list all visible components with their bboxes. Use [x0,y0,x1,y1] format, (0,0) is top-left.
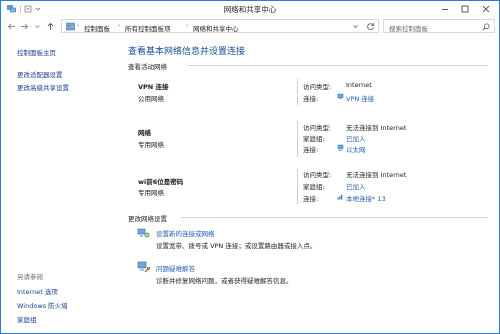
maximize-icon [461,5,469,13]
access-type-value: 无法连接到 Internet [346,171,407,179]
property-label: 连接: [303,195,319,203]
minimize-icon [442,9,448,10]
ethernet-icon [337,144,344,151]
sidebar-link-advanced-sharing[interactable]: 更改高级共享设置 [17,82,69,92]
control-panel-icon [66,22,75,31]
network-category[interactable]: 专用网络 [138,139,164,149]
back-arrow-icon[interactable] [7,22,16,31]
network-name: VPN 连接 [138,83,169,91]
see-also-windows-firewall[interactable]: Windows 防火墙 [17,300,68,310]
new-connection-icon [137,228,150,238]
connection-link[interactable]: 以太网 [346,144,366,154]
breadcrumb-separator-icon: › [77,23,80,29]
minimize-button[interactable] [436,1,454,16]
network-name: 网络 [138,129,151,137]
troubleshoot-link[interactable]: 问题疑难解答 [156,263,195,273]
section-divider [181,217,488,218]
search-icon[interactable] [482,23,490,31]
troubleshoot-description: 诊断并修复网络问题，或者获得疑难解答信息。 [156,277,293,285]
see-also-internet-options[interactable]: Internet 选项 [17,286,58,296]
search-placeholder: 搜索控制面板 [389,25,428,33]
address-bar[interactable]: › 控制面板 › 所有控制面板项 › 网络和共享中心 [61,19,379,33]
property-label: 访问类型: [303,83,332,91]
up-arrow-icon[interactable] [46,22,55,31]
change-settings-heading: 更改网络设置 [128,215,167,223]
property-label: 家庭组: [303,183,325,191]
sidebar-link-control-panel-home[interactable]: 控制面板主页 [17,47,56,57]
network-category[interactable]: 公用网络 [138,93,164,103]
refresh-icon[interactable] [366,22,375,31]
property-label: 访问类型: [303,171,332,179]
setup-connection-link[interactable]: 设置新的连接或网络 [156,228,215,238]
access-type-value: Internet [346,81,372,89]
breadcrumb-separator-icon: › [186,23,189,29]
network-name: wi前6位是密码 [138,178,184,186]
network-divider [297,168,298,204]
sidebar-link-adapter-settings[interactable]: 更改适配器设置 [17,69,63,79]
property-label: 访问类型: [303,124,332,132]
homegroup-link[interactable]: 已加入 [346,181,366,191]
access-type-value: 无法连接到 Internet [346,124,407,132]
property-label: 连接: [303,146,319,154]
breadcrumb-all-items[interactable]: 所有控制面板项 [125,23,171,33]
forward-arrow-icon[interactable] [20,22,29,31]
section-divider [187,65,488,66]
address-row: › 控制面板 › 所有控制面板项 › 网络和共享中心 搜索控制面板 [1,17,499,36]
close-icon [482,5,490,13]
wifi-signal-icon [337,194,343,200]
troubleshoot-icon [137,261,150,273]
see-also-homegroup[interactable]: 家庭组 [17,314,37,324]
see-also-label: 另请参阅 [17,273,43,281]
window: 网络和共享中心 › 控制面板 › 所有控制面板项 › 网络和共享中心 搜索控制面… [0,0,500,334]
network-divider [297,79,298,105]
homegroup-link[interactable]: 已加入 [346,133,366,143]
title-bar: 网络和共享中心 [1,1,499,17]
connection-link[interactable]: VPN 连接 [346,93,374,103]
window-title: 网络和共享中心 [223,5,277,14]
breadcrumb-control-panel[interactable]: 控制面板 [84,23,110,33]
close-button[interactable] [477,1,495,16]
chevron-down-icon[interactable] [352,23,359,30]
page-title: 查看基本网络信息并设置连接 [128,47,246,57]
vpn-connection-icon [337,93,344,100]
setup-connection-description: 设置宽带、拨号或 VPN 连接；或设置路由器或接入点。 [156,242,317,250]
active-networks-heading: 查看活动网络 [128,63,167,71]
breadcrumb-network-center[interactable]: 网络和共享中心 [193,23,239,33]
recent-locations-icon[interactable] [33,22,42,31]
network-category[interactable]: 专用网络 [138,187,164,197]
network-divider [297,121,298,157]
breadcrumb-separator-icon: › [118,23,121,29]
property-label: 连接: [303,95,319,103]
property-label: 家庭组: [303,135,325,143]
connection-link[interactable]: 本地连接* 13 [346,193,386,203]
search-input[interactable]: 搜索控制面板 [383,19,495,33]
maximize-button[interactable] [456,1,474,16]
